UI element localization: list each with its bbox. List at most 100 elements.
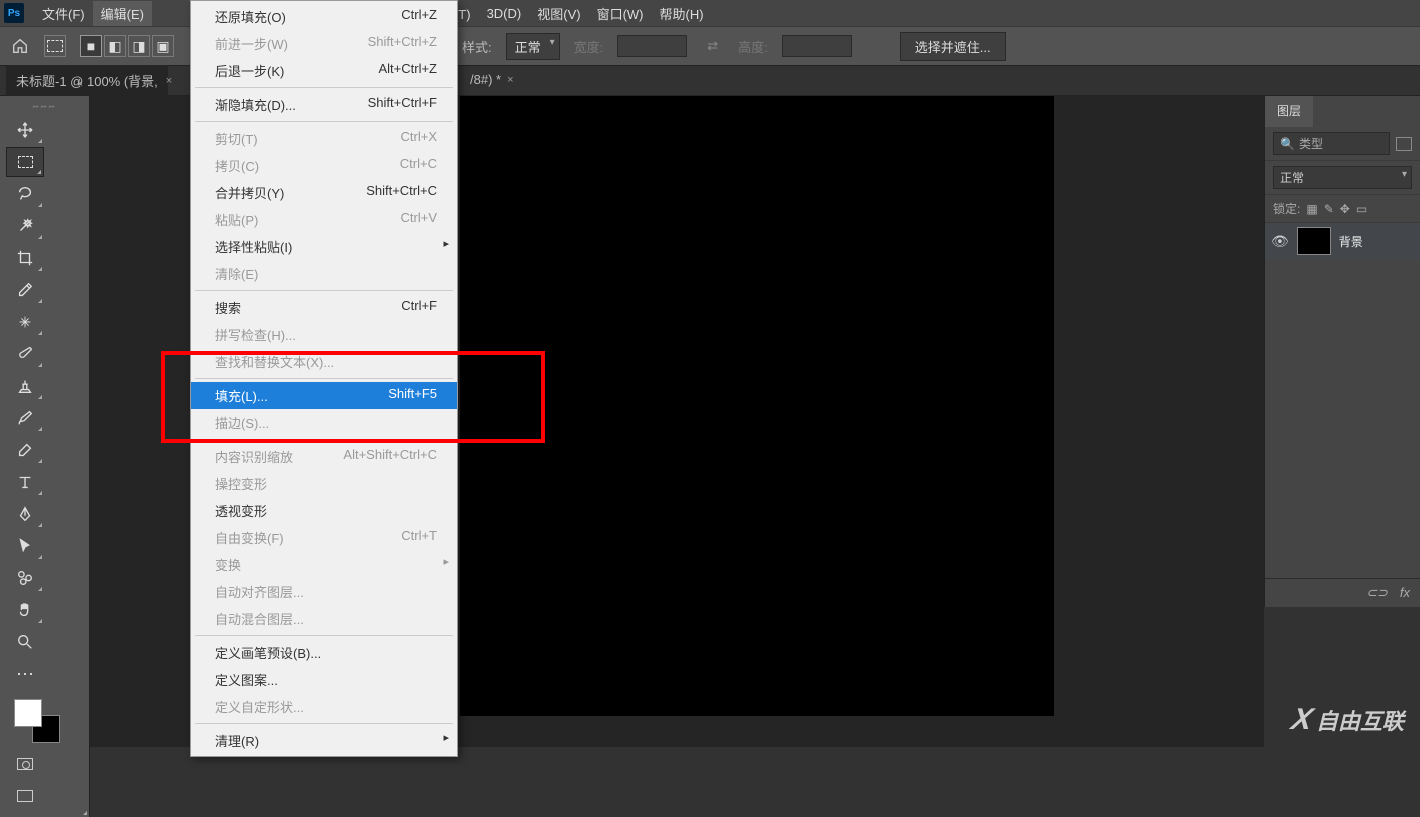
toolbox-grip[interactable]: ┉┉┉: [6, 102, 83, 113]
selection-add-icon[interactable]: ◧: [104, 35, 126, 57]
menu-item--: 内容识别缩放Alt+Shift+Ctrl+C: [191, 443, 457, 470]
select-and-mask-button[interactable]: 选择并遮住...: [900, 32, 1006, 61]
selection-new-icon[interactable]: ■: [80, 35, 102, 57]
menu-item-label: 自动对齐图层...: [215, 582, 304, 601]
menu-view[interactable]: 视图(V): [529, 1, 588, 26]
height-input[interactable]: [782, 35, 852, 57]
menu-item--w-: 前进一步(W)Shift+Ctrl+Z: [191, 30, 457, 57]
watermark-text: 自由互联: [1316, 704, 1404, 736]
menu-item-shortcut: Ctrl+T: [401, 528, 437, 547]
fx-icon[interactable]: fx: [1400, 585, 1410, 601]
menu-3d[interactable]: 3D(D): [479, 3, 530, 24]
lock-pixels-icon[interactable]: ✎: [1324, 202, 1334, 216]
menu-separator: [195, 290, 453, 291]
menu-edit[interactable]: 编辑(E): [93, 1, 152, 26]
document-canvas[interactable]: [460, 96, 1054, 716]
home-icon[interactable]: [10, 36, 30, 56]
menu-separator: [195, 87, 453, 88]
menu-item-shortcut: Alt+Shift+Ctrl+C: [343, 447, 437, 466]
document-tab-2[interactable]: /8#) * ×: [460, 66, 524, 93]
screen-mode-icon[interactable]: [6, 781, 44, 811]
marquee-tool[interactable]: [6, 147, 44, 177]
layer-name-label: 背景: [1339, 233, 1363, 250]
spot-heal-tool[interactable]: [6, 307, 44, 337]
menu-item-label: 定义画笔预设(B)...: [215, 643, 321, 662]
tab2-close-icon[interactable]: ×: [507, 74, 513, 86]
link-layers-icon[interactable]: ⊂⊃: [1366, 585, 1388, 601]
menu-item--[interactable]: 透视变形: [191, 497, 457, 524]
menu-item--l-[interactable]: 填充(L)...Shift+F5: [191, 382, 457, 409]
brush-tool[interactable]: [6, 339, 44, 369]
menu-item--b-[interactable]: 定义画笔预设(B)...: [191, 639, 457, 666]
color-swatches[interactable]: [6, 697, 83, 747]
layers-panel: 图层 🔍 类型 正常 锁定: ▦ ✎ ✥ ▭ 👁 背景 ⊂⊃ fx: [1264, 96, 1420, 607]
menu-window[interactable]: 窗口(W): [589, 1, 652, 26]
style-select[interactable]: 正常: [506, 33, 560, 60]
menu-item--d-[interactable]: 渐隐填充(D)...Shift+Ctrl+F: [191, 91, 457, 118]
lock-transparent-icon[interactable]: ▦: [1306, 202, 1317, 216]
menu-item-label: 后退一步(K): [215, 61, 284, 80]
menu-item-label: 粘贴(P): [215, 210, 258, 229]
tool-preset-icon[interactable]: [44, 35, 66, 57]
filter-pixel-icon[interactable]: [1396, 137, 1412, 151]
menu-item-label: 合并拷贝(Y): [215, 183, 284, 202]
document-tab-2-label: /8#) *: [470, 72, 501, 87]
menu-item--h-: 拼写检查(H)...: [191, 321, 457, 348]
crop-tool[interactable]: [6, 243, 44, 273]
menu-help[interactable]: 帮助(H): [652, 1, 712, 26]
menu-item--: 自动对齐图层...: [191, 578, 457, 605]
menu-item-shortcut: Shift+Ctrl+C: [366, 183, 437, 202]
document-tab-1-label: 未标题-1 @ 100% (背景,: [16, 71, 158, 90]
menu-item-label: 清除(E): [215, 264, 258, 283]
history-brush-tool[interactable]: [6, 403, 44, 433]
menu-item--f-: 自由变换(F)Ctrl+T: [191, 524, 457, 551]
menu-item--r-[interactable]: 清理(R): [191, 727, 457, 754]
selection-intersect-icon[interactable]: ▣: [152, 35, 174, 57]
swap-wh-icon[interactable]: ⇄: [701, 38, 724, 54]
eraser-tool[interactable]: [6, 435, 44, 465]
layers-tab[interactable]: 图层: [1265, 96, 1313, 127]
toolbox-close-icon[interactable]: ×: [77, 78, 83, 90]
menu-separator: [195, 723, 453, 724]
hand-tool[interactable]: [6, 595, 44, 625]
shape-tool[interactable]: [6, 563, 44, 593]
magic-wand-tool[interactable]: [6, 211, 44, 241]
edit-toolbar-icon[interactable]: ⋯: [6, 659, 44, 689]
selection-subtract-icon[interactable]: ◨: [128, 35, 150, 57]
menu-item--[interactable]: 定义图案...: [191, 666, 457, 693]
tab-close-icon[interactable]: ×: [166, 75, 172, 87]
layer-thumbnail[interactable]: [1297, 227, 1331, 255]
layer-filter-input[interactable]: 🔍 类型: [1273, 132, 1390, 155]
path-select-tool[interactable]: [6, 531, 44, 561]
quick-mask-icon[interactable]: [6, 749, 44, 779]
menu-item--o-[interactable]: 还原填充(O)Ctrl+Z: [191, 3, 457, 30]
zoom-tool[interactable]: [6, 627, 44, 657]
menu-item--i-[interactable]: 选择性粘贴(I): [191, 233, 457, 260]
lock-artboard-icon[interactable]: ▭: [1356, 202, 1367, 216]
foreground-swatch[interactable]: [14, 699, 42, 727]
menu-item-shortcut: Shift+F5: [388, 386, 437, 405]
menu-separator: [195, 378, 453, 379]
lasso-tool[interactable]: [6, 179, 44, 209]
lock-position-icon[interactable]: ✥: [1340, 202, 1350, 216]
type-tool[interactable]: [6, 467, 44, 497]
clone-stamp-tool[interactable]: [6, 371, 44, 401]
width-input[interactable]: [617, 35, 687, 57]
menu-item-label: 前进一步(W): [215, 34, 288, 53]
menu-item--y-[interactable]: 合并拷贝(Y) Shift+Ctrl+C: [191, 179, 457, 206]
menu-item--k-[interactable]: 后退一步(K)Alt+Ctrl+Z: [191, 57, 457, 84]
layer-row-background[interactable]: 👁 背景: [1265, 223, 1420, 259]
menu-file[interactable]: 文件(F): [34, 1, 93, 26]
pen-tool[interactable]: [6, 499, 44, 529]
blend-mode-select[interactable]: 正常: [1273, 166, 1412, 189]
document-tab-1[interactable]: 未标题-1 @ 100% (背景,: [6, 65, 168, 96]
menu-item--x-: 查找和替换文本(X)...: [191, 348, 457, 375]
menu-separator: [195, 121, 453, 122]
menu-separator: [195, 635, 453, 636]
menu-item--: 定义自定形状...: [191, 693, 457, 720]
eyedropper-tool[interactable]: [6, 275, 44, 305]
visibility-icon[interactable]: 👁: [1271, 233, 1289, 250]
menu-item-label: 定义图案...: [215, 670, 278, 689]
menu-item--[interactable]: 搜索Ctrl+F: [191, 294, 457, 321]
move-tool[interactable]: [6, 115, 44, 145]
